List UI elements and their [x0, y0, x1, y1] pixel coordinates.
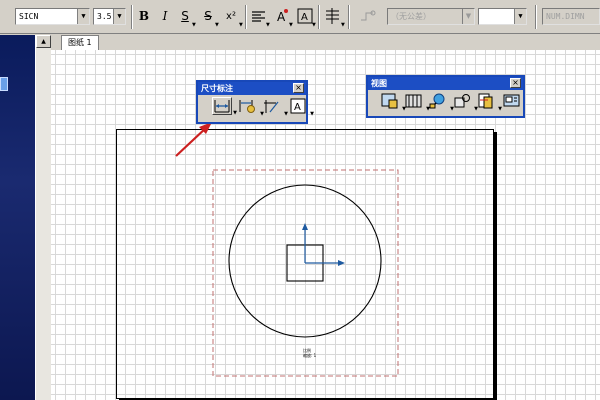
- chevron-down-icon[interactable]: ▼: [192, 22, 196, 28]
- toolbar-separator: [535, 5, 537, 29]
- chevron-down-icon[interactable]: ▼: [289, 22, 293, 28]
- chevron-down-icon[interactable]: ▼: [215, 22, 219, 28]
- detail-view-icon: [429, 93, 445, 109]
- dimensioning-toolbar-title[interactable]: 尺寸标注: [198, 82, 306, 95]
- view-frame-dashed[interactable]: [212, 169, 399, 377]
- broken-view-icon: [478, 93, 493, 109]
- toolbar-separator: [348, 5, 350, 29]
- view-label-line2[interactable]: 缩放: 1: [303, 352, 317, 358]
- font-size-value: 3.5: [97, 12, 112, 21]
- vertical-scrollbar[interactable]: ▲: [35, 35, 51, 400]
- tolerance-value-combo[interactable]: ▼: [478, 8, 527, 25]
- x-axis-arrow-icon: [338, 260, 345, 266]
- svg-text:A: A: [301, 12, 308, 23]
- toolbar-separator: [245, 5, 247, 29]
- text-icon: A: [290, 98, 306, 114]
- font-name-combo[interactable]: SICN ▼: [15, 8, 90, 25]
- superscript-button[interactable]: x²: [221, 6, 241, 27]
- italic-button[interactable]: I: [155, 6, 175, 27]
- close-icon[interactable]: ×: [293, 83, 304, 93]
- red-arrow-line: [175, 126, 208, 157]
- views-toolbar[interactable]: 视图 × ▼ ▼ ▼ ▼ ▼: [366, 75, 525, 118]
- dimension-text-combo[interactable]: NUM.DIMN: [542, 8, 600, 25]
- views-toolbar-row: ▼ ▼ ▼ ▼ ▼: [368, 90, 523, 112]
- chained-dimension-icon: [239, 100, 255, 113]
- detail-view-button[interactable]: ▼: [428, 92, 454, 112]
- tab-sheet-1[interactable]: 图纸 1: [61, 35, 99, 50]
- y-axis-arrow-icon: [302, 223, 308, 230]
- tree-tab[interactable]: [0, 77, 8, 91]
- text-button[interactable]: A ▼: [288, 97, 314, 117]
- broken-view-button[interactable]: ▼: [476, 92, 502, 112]
- scroll-up-icon[interactable]: ▲: [36, 35, 51, 48]
- sheet-tab-bar: 图纸 1: [51, 35, 600, 50]
- front-view-button[interactable]: ▼: [380, 92, 406, 112]
- font-name-value: SICN: [19, 12, 39, 21]
- front-view-icon: [381, 93, 398, 109]
- specification-tree-panel: [0, 35, 35, 400]
- svg-text:A: A: [294, 102, 301, 113]
- chevron-down-icon[interactable]: ▼: [233, 110, 237, 116]
- chevron-down-icon[interactable]: ▼: [514, 9, 526, 24]
- chamfer-dimension-button[interactable]: ▼: [238, 97, 264, 117]
- toolbar-separator: [131, 5, 133, 29]
- tolerance-combo[interactable]: （无公差） ▼: [387, 8, 475, 25]
- close-icon[interactable]: ×: [510, 78, 521, 88]
- clipping-view-icon: [454, 94, 470, 108]
- dimension-text-value: NUM.DIMN: [546, 12, 585, 21]
- format-toolbar: SICN ▼ 3.5 ▼ B I S ▼ S ▼ x² ▼ ▼ A ▼ A ▼ …: [0, 0, 600, 34]
- annotation-arrow-overlay: [175, 122, 212, 157]
- dimension-edit-icon: [264, 100, 279, 113]
- chevron-down-icon[interactable]: ▼: [113, 9, 125, 24]
- dimensioning-toolbar[interactable]: 尺寸标注 × ▼ ▼ ▼ A ▼: [196, 80, 314, 124]
- font-size-combo[interactable]: 3.5 ▼: [93, 8, 126, 25]
- dimension-icon: [214, 100, 230, 113]
- view-wizard-icon: [503, 94, 520, 107]
- chevron-down-icon[interactable]: ▼: [462, 9, 474, 24]
- chevron-down-icon[interactable]: ▼: [312, 22, 316, 28]
- dimension-edit-button[interactable]: ▼: [262, 97, 288, 117]
- section-view-button[interactable]: ▼: [404, 92, 430, 112]
- clipping-view-button[interactable]: ▼: [452, 92, 478, 112]
- symbol-icon: [361, 10, 376, 21]
- wizard-view-button[interactable]: [502, 92, 522, 110]
- views-toolbar-title[interactable]: 视图: [368, 77, 523, 90]
- anchor-point-button[interactable]: [322, 6, 342, 27]
- toolbar-separator: [318, 5, 320, 29]
- bold-button[interactable]: B: [134, 6, 154, 27]
- chevron-down-icon[interactable]: ▼: [341, 22, 345, 28]
- section-view-icon: [405, 94, 422, 108]
- dimensioning-toolbar-row: ▼ ▼ ▼ A ▼: [198, 95, 314, 117]
- chevron-down-icon[interactable]: ▼: [310, 111, 314, 117]
- chevron-down-icon[interactable]: ▼: [239, 22, 243, 28]
- dimensions-button[interactable]: ▼: [212, 97, 237, 116]
- tolerance-value: （无公差）: [391, 12, 431, 21]
- chevron-down-icon[interactable]: ▼: [266, 22, 270, 28]
- chevron-down-icon[interactable]: ▼: [77, 9, 89, 24]
- symbol-button[interactable]: [358, 6, 378, 27]
